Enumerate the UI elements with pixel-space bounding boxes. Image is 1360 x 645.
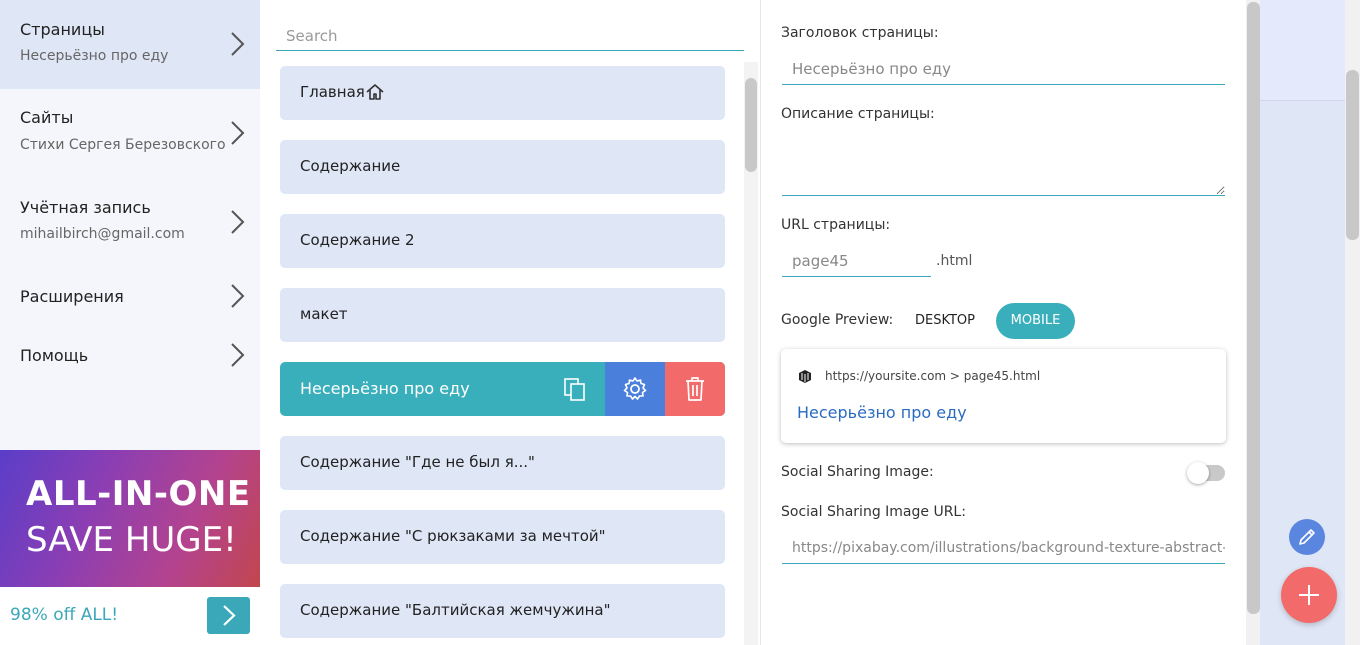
sidebar-item-account[interactable]: Учётная запись mihailbirch@gmail.com bbox=[0, 178, 260, 267]
page-item-label: Содержание "Балтийская жемчужина" bbox=[300, 601, 611, 619]
page-title-label: Заголовок страницы: bbox=[781, 25, 939, 41]
social-image-url-label: Social Sharing Image URL: bbox=[781, 504, 966, 520]
page-url-label: URL страницы: bbox=[781, 217, 891, 233]
sidebar-item-title: Сайты bbox=[20, 108, 74, 127]
page-item-label: макет bbox=[300, 305, 348, 323]
promo-go-button[interactable] bbox=[207, 597, 250, 634]
page-item-label: Содержание 2 bbox=[300, 231, 415, 249]
promo-headline: ALL-IN-ONE bbox=[26, 474, 251, 514]
promo-subheadline: SAVE HUGE! bbox=[26, 520, 237, 560]
list-scrollbar-thumb[interactable] bbox=[745, 78, 757, 172]
page-url-input[interactable] bbox=[782, 246, 931, 277]
page-item-selected[interactable]: Несерьёзно про еду bbox=[280, 362, 725, 416]
page-settings-button[interactable] bbox=[605, 362, 665, 416]
chevron-right-icon bbox=[226, 207, 248, 237]
sidebar-item-subtitle: mihailbirch@gmail.com bbox=[20, 226, 185, 242]
plus-icon bbox=[1299, 585, 1319, 605]
pencil-icon bbox=[1299, 529, 1315, 545]
duplicate-page-button[interactable] bbox=[545, 362, 605, 416]
promo-offer-text: 98% off ALL! bbox=[10, 605, 119, 625]
canvas-scrollbar-thumb[interactable] bbox=[1346, 70, 1359, 240]
site-favicon-icon bbox=[797, 368, 813, 388]
sidebar-item-title: Учётная запись bbox=[20, 198, 151, 217]
sidebar-item-title: Помощь bbox=[20, 346, 89, 365]
chevron-right-icon bbox=[226, 281, 248, 311]
sidebar-item-subtitle: Стихи Сергея Березовского bbox=[20, 137, 226, 153]
google-preview-card: https://yoursite.com > page45.html Несер… bbox=[781, 349, 1226, 443]
sidebar: Страницы Несерьёзно про еду Сайты Стихи … bbox=[0, 0, 260, 645]
panel-scrollbar-thumb[interactable] bbox=[1247, 2, 1260, 614]
social-image-label: Social Sharing Image: bbox=[781, 464, 934, 480]
chevron-right-icon bbox=[226, 29, 248, 59]
edit-button[interactable] bbox=[1289, 519, 1325, 555]
home-icon bbox=[365, 82, 385, 106]
page-item[interactable]: Содержание "Где не был я..." bbox=[280, 436, 725, 490]
page-item-label: Главная bbox=[300, 83, 365, 101]
tab-desktop[interactable]: DESKTOP bbox=[915, 313, 975, 328]
preview-url: https://yoursite.com > page45.html bbox=[825, 369, 1041, 383]
page-item[interactable]: макет bbox=[280, 288, 725, 342]
sidebar-item-pages[interactable]: Страницы Несерьёзно про еду bbox=[0, 0, 260, 89]
gear-icon bbox=[623, 377, 647, 400]
toggle-knob bbox=[1187, 462, 1209, 484]
chevron-right-icon bbox=[223, 605, 236, 626]
sidebar-item-extensions[interactable]: Расширения bbox=[0, 267, 260, 326]
promo-offer-bar: 98% off ALL! bbox=[0, 587, 260, 645]
sidebar-item-sites[interactable]: Сайты Стихи Сергея Березовского bbox=[0, 89, 260, 178]
add-button[interactable] bbox=[1281, 567, 1337, 623]
sidebar-item-subtitle: Несерьёзно про еду bbox=[20, 48, 169, 64]
sidebar-item-help[interactable]: Помощь bbox=[0, 326, 260, 385]
sidebar-item-title: Страницы bbox=[20, 20, 105, 39]
page-item-home[interactable]: Главная bbox=[280, 66, 725, 120]
tab-mobile[interactable]: MOBILE bbox=[996, 303, 1075, 339]
page-item-label: Содержание "С рюкзаками за мечтой" bbox=[300, 527, 606, 545]
page-item[interactable]: Содержание "Балтийская жемчужина" bbox=[280, 584, 725, 638]
trash-icon bbox=[686, 377, 704, 401]
page-settings-panel: Заголовок страницы: Описание страницы: U… bbox=[760, 0, 1261, 645]
page-list-panel: Главная Содержание Содержание 2 макет Не… bbox=[260, 0, 760, 645]
sidebar-item-title: Расширения bbox=[20, 287, 124, 306]
social-image-toggle[interactable] bbox=[1187, 462, 1225, 484]
search-input[interactable] bbox=[276, 22, 744, 51]
page-item[interactable]: Содержание "С рюкзаками за мечтой" bbox=[280, 510, 725, 564]
page-url-suffix: .html bbox=[936, 253, 973, 269]
copy-icon bbox=[564, 378, 585, 401]
page-item[interactable]: Содержание 2 bbox=[280, 214, 725, 268]
google-preview-label: Google Preview: bbox=[781, 312, 894, 328]
social-image-url-input[interactable] bbox=[782, 532, 1225, 564]
chevron-right-icon bbox=[226, 118, 248, 148]
delete-page-button[interactable] bbox=[665, 362, 725, 416]
page-title-input[interactable] bbox=[782, 54, 1225, 85]
page-description-label: Описание страницы: bbox=[781, 106, 935, 122]
page-item-label: Содержание "Где не был я..." bbox=[300, 453, 535, 471]
page-item-label: Содержание bbox=[300, 157, 401, 175]
preview-title: Несерьёзно про еду bbox=[797, 403, 967, 422]
promo-banner[interactable]: ALL-IN-ONE SAVE HUGE! bbox=[0, 450, 260, 587]
page-description-input[interactable] bbox=[782, 130, 1225, 196]
chevron-right-icon bbox=[226, 340, 248, 370]
canvas-area bbox=[1260, 0, 1360, 645]
page-item[interactable]: Содержание bbox=[280, 140, 725, 194]
page-item-label: Несерьёзно про еду bbox=[300, 379, 470, 398]
